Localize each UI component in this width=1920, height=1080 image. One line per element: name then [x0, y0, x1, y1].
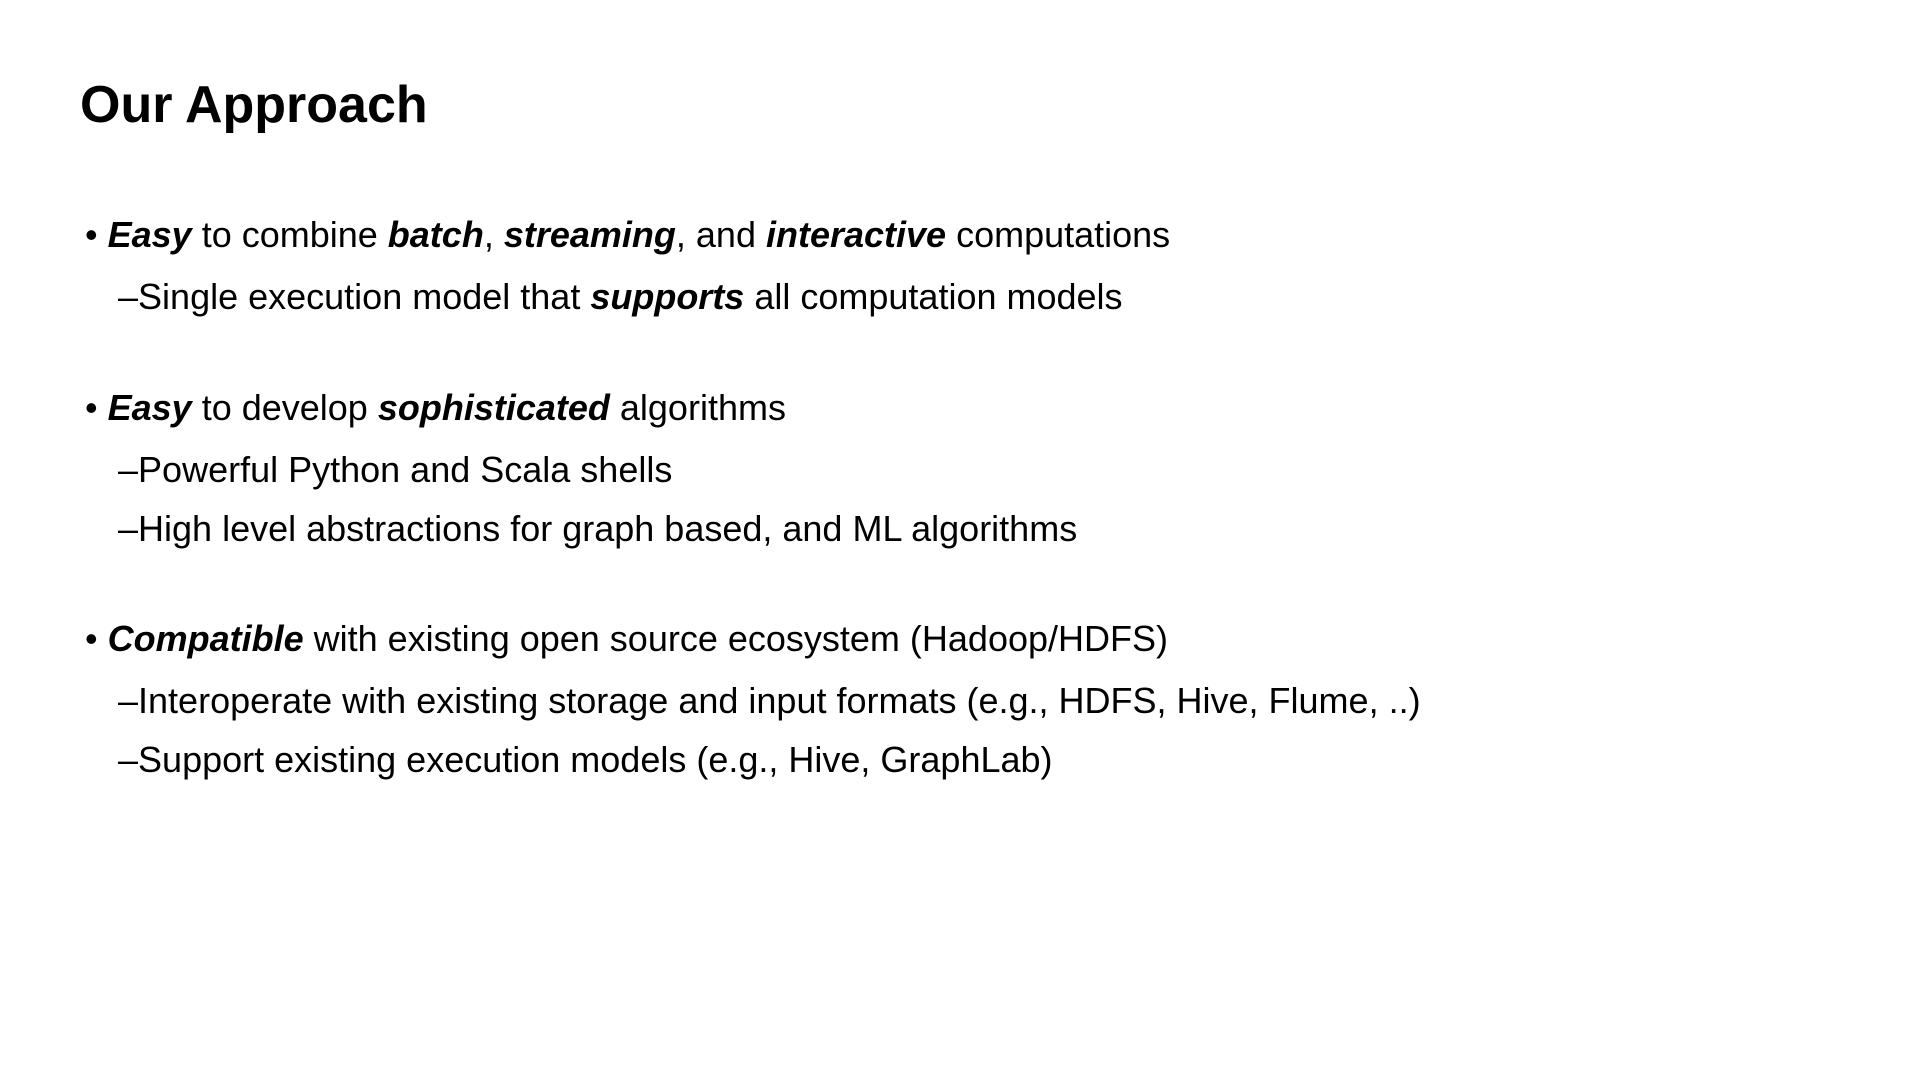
emphasized-text: supports: [590, 276, 744, 317]
plain-text: Single execution model that: [138, 276, 590, 317]
plain-text: High level abstractions for graph based,…: [138, 508, 1077, 549]
bullet-sub: High level abstractions for graph based,…: [118, 504, 1840, 554]
emphasized-text: Easy: [108, 214, 192, 255]
slide-title: Our Approach: [80, 75, 1840, 135]
emphasized-text: Easy: [108, 387, 192, 428]
bullet-sub: Support existing execution models (e.g.,…: [118, 735, 1840, 785]
emphasized-text: streaming: [504, 214, 676, 255]
plain-text: , and: [676, 214, 766, 255]
plain-text: ,: [484, 214, 504, 255]
plain-text: with existing open source ecosystem (Had…: [304, 618, 1168, 659]
emphasized-text: batch: [388, 214, 484, 255]
emphasized-text: sophisticated: [378, 387, 610, 428]
emphasized-text: interactive: [766, 214, 946, 255]
bullet-main: Easy to develop sophisticated algorithms: [85, 383, 1840, 433]
bullet-sub: Powerful Python and Scala shells: [118, 445, 1840, 495]
bullet-main: Easy to combine batch, streaming, and in…: [85, 210, 1840, 260]
section-gap: [80, 331, 1840, 383]
bullet-sub: Interoperate with existing storage and i…: [118, 676, 1840, 726]
emphasized-text: Compatible: [108, 618, 304, 659]
plain-text: to develop: [192, 387, 378, 428]
plain-text: Powerful Python and Scala shells: [138, 449, 672, 490]
plain-text: Interoperate with existing storage and i…: [138, 680, 1421, 721]
slide-content: Easy to combine batch, streaming, and in…: [80, 210, 1840, 785]
plain-text: computations: [946, 214, 1170, 255]
plain-text: algorithms: [610, 387, 786, 428]
section-gap: [80, 562, 1840, 614]
bullet-sub: Single execution model that supports all…: [118, 272, 1840, 322]
bullet-main: Compatible with existing open source eco…: [85, 614, 1840, 664]
plain-text: to combine: [192, 214, 388, 255]
plain-text: all computation models: [744, 276, 1122, 317]
plain-text: Support existing execution models (e.g.,…: [138, 739, 1052, 780]
